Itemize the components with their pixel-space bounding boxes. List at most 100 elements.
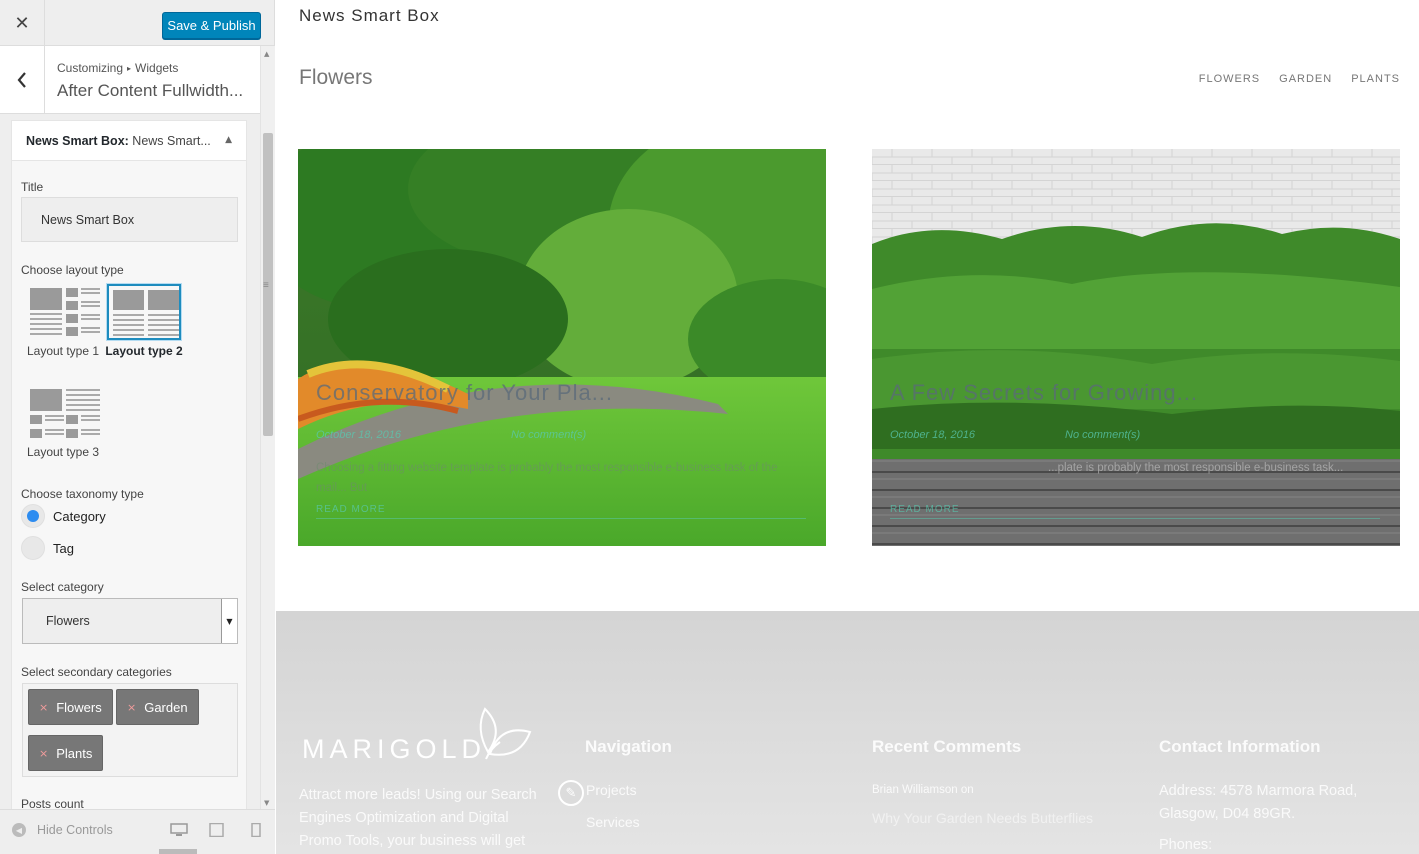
post-title[interactable]: Conservatory for Your Pla... [316, 380, 613, 406]
layout-2-thumbnail-icon [106, 283, 182, 341]
comment-entry: Brian Williamson on [872, 784, 974, 796]
post-card[interactable]: A Few Secrets for Growing... October 18,… [872, 149, 1400, 546]
section-header: Customizing ▸ Widgets After Content Fullwi… [0, 46, 260, 114]
edit-shortcut-pencil-icon[interactable]: ✎ [558, 780, 584, 806]
widget-title-bold: News Smart Box: [26, 134, 129, 148]
customizer-footer: ◀ Hide Controls [0, 809, 275, 854]
comment-author[interactable]: Brian Williamson [872, 784, 958, 796]
radio-tag[interactable] [21, 536, 45, 560]
sidebar-scrollbar[interactable]: ▲ ▼ [260, 46, 275, 809]
save-publish-button[interactable]: Save & Publish [162, 12, 261, 39]
chip-plants: × Plants [28, 735, 104, 771]
title-input[interactable]: News Smart Box [21, 197, 238, 242]
taxonomy-tag-option[interactable]: Tag [21, 536, 74, 560]
contact-phones: Phones: [1159, 837, 1213, 853]
tablet-preview-icon[interactable] [208, 823, 226, 837]
post-card[interactable]: Conservatory for Your Pla... October 18,… [298, 149, 826, 546]
breadcrumb-separator: ▸ [127, 64, 132, 73]
marigold-logo[interactable]: MARIGOLD [300, 704, 540, 769]
footer-about-text: Attract more leads! Using our Search Eng… [299, 787, 537, 849]
layout-type-2-option[interactable]: Layout type 2 [105, 283, 183, 358]
comment-post-link[interactable]: Why Your Garden Needs Butterflies [872, 810, 1093, 826]
hide-controls-button[interactable]: ◀ Hide Controls [12, 823, 113, 837]
desktop-preview-icon[interactable] [170, 823, 188, 837]
chevron-down-icon[interactable]: ▼ [221, 599, 237, 643]
chip-flowers: × Flowers [28, 689, 113, 725]
remove-garden-icon[interactable]: × [127, 701, 136, 714]
footer-navigation-heading: Navigation [585, 737, 672, 756]
widget-header[interactable]: News Smart Box: News Smart... ▲ [12, 121, 246, 161]
post-comments[interactable]: No comment(s) [1065, 429, 1140, 441]
post-title[interactable]: A Few Secrets for Growing... [890, 380, 1198, 406]
category-select-value: Flowers [46, 614, 90, 628]
section-title: Flowers [299, 66, 373, 89]
post-meta: October 18, 2016 No comment(s) [890, 429, 1140, 441]
contact-address: Address: 4578 Marmora Road, Glasgow, D04… [1159, 783, 1358, 822]
widget-form: Title News Smart Box Choose layout type [12, 161, 246, 809]
resize-handle-icon[interactable]: ≡ [263, 280, 269, 291]
scroll-down-icon[interactable]: ▼ [264, 799, 269, 807]
remove-flowers-icon[interactable]: × [39, 701, 48, 714]
widget-title-rest: News Smart... [128, 134, 211, 148]
scroll-up-icon[interactable]: ▲ [264, 50, 269, 58]
filter-flowers[interactable]: FLOWERS [1199, 73, 1260, 85]
card-divider [890, 518, 1380, 519]
site-preview: News Smart Box Flowers FLOWERS GARDEN PL… [276, 0, 1419, 854]
post-excerpt: Choosing a fitting website template is p… [316, 462, 778, 494]
active-device-indicator [159, 849, 197, 854]
category-filters: FLOWERS GARDEN PLANTS [1199, 73, 1400, 85]
post-comments[interactable]: No comment(s) [511, 429, 586, 441]
secondary-categories-label: Select secondary categories [21, 665, 172, 679]
taxonomy-category-option[interactable]: Category [21, 504, 106, 528]
filter-garden[interactable]: GARDEN [1279, 73, 1332, 85]
customizer-sidebar: ✕ Save & Publish Customizing ▸ Widgets Aft… [0, 0, 275, 854]
post-excerpt: ...plate is probably the most responsibl… [1048, 462, 1344, 474]
layout-type-3-option[interactable]: Layout type 3 [24, 385, 102, 459]
layout-type-3-label: Layout type 3 [26, 445, 100, 459]
secondary-categories-field[interactable]: × Flowers × Garden × Plants [22, 683, 238, 777]
chip-flowers-label: Flowers [56, 699, 102, 715]
layout-type-2-label: Layout type 2 [105, 344, 183, 358]
radio-category[interactable] [21, 504, 45, 528]
back-button[interactable] [0, 46, 45, 114]
title-label: Title [21, 180, 44, 194]
breadcrumb-customizing: Customizing [57, 61, 124, 75]
filter-plants[interactable]: PLANTS [1351, 73, 1400, 85]
collapse-arrow-icon[interactable]: ▲ [225, 135, 232, 145]
widget-scroll-area: News Smart Box: News Smart... ▲ Title Ne… [0, 114, 260, 809]
card-divider [316, 518, 806, 519]
breadcrumb: Customizing ▸ Widgets [57, 61, 178, 75]
read-more-link[interactable]: READ MORE [890, 504, 960, 515]
taxonomy-label: Choose taxonomy type [21, 487, 144, 501]
chip-plants-label: Plants [56, 745, 93, 761]
layout-1-thumbnail-icon [26, 284, 100, 340]
collapse-arrow-icon: ◀ [12, 823, 26, 837]
close-customizer-button[interactable]: ✕ [0, 0, 45, 46]
layout-3-thumbnail-icon [26, 385, 100, 441]
layout-type-1-option[interactable]: Layout type 1 [24, 284, 102, 358]
category-select[interactable]: Flowers ▼ [22, 598, 238, 644]
customizer-header: ✕ Save & Publish [0, 0, 274, 46]
news-smart-box-widget: News Smart Box: News Smart... ▲ Title Ne… [11, 120, 247, 809]
layout-type-1-label: Layout type 1 [26, 344, 100, 358]
footer-nav-projects[interactable]: Projects [586, 782, 637, 798]
post-date: October 18, 2016 [316, 429, 402, 441]
remove-plants-icon[interactable]: × [39, 747, 48, 760]
read-more-link[interactable]: READ MORE [316, 504, 386, 515]
logo-text: MARIGOLD [302, 734, 487, 764]
category-label: Select category [21, 580, 104, 594]
footer-contact-heading: Contact Information [1159, 737, 1321, 756]
mobile-preview-icon[interactable] [247, 823, 265, 837]
panel-title: After Content Fullwidth... [57, 81, 244, 100]
layout-type-label: Choose layout type [21, 263, 124, 277]
chip-garden: × Garden [116, 689, 199, 725]
post-meta: October 18, 2016 No comment(s) [316, 429, 586, 441]
hide-controls-label: Hide Controls [37, 823, 113, 837]
footer-nav-services[interactable]: Services [586, 814, 640, 830]
comment-on: on [960, 784, 974, 796]
widget-heading: News Smart Box [299, 6, 440, 25]
radio-tag-label: Tag [53, 540, 74, 556]
hedge-image [872, 149, 1400, 546]
post-date: October 18, 2016 [890, 429, 976, 441]
radio-category-label: Category [53, 508, 106, 524]
